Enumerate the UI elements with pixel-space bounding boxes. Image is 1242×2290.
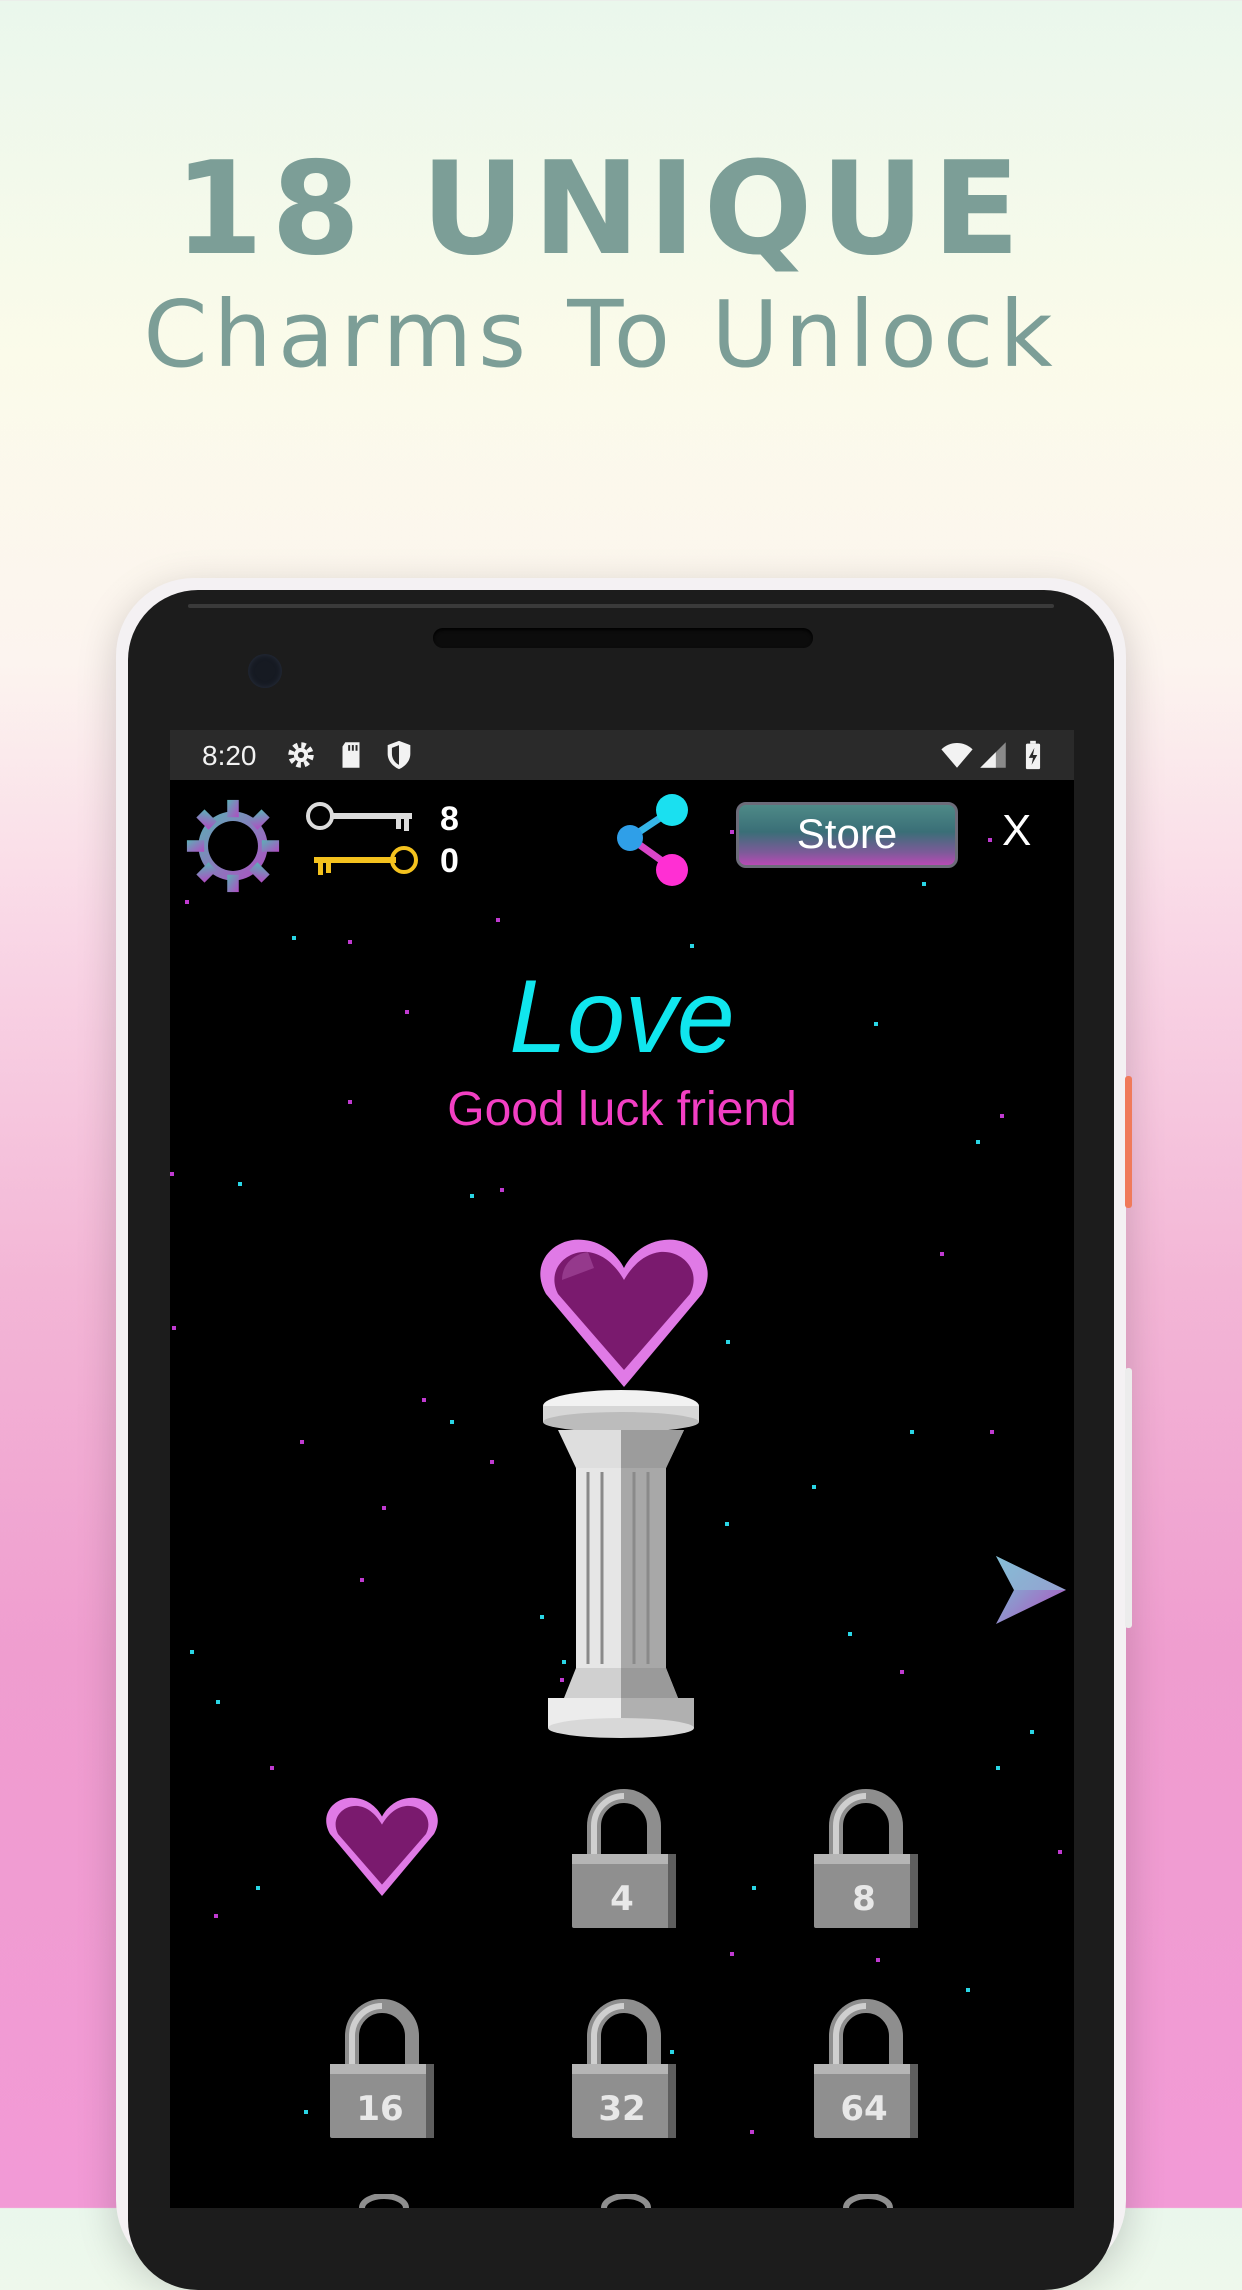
padlock-shackle-partial xyxy=(359,2194,409,2208)
power-button xyxy=(1125,1076,1132,1208)
lock-key-count: 16 xyxy=(356,2089,403,2129)
charm-slot-locked-32[interactable]: 32 xyxy=(564,1992,684,2142)
padlock-icon: 16 xyxy=(330,1999,434,2138)
gold-key-icon xyxy=(314,846,418,875)
phone-speaker xyxy=(433,628,813,648)
phone-bezel-line xyxy=(188,604,1054,608)
signal-icon xyxy=(980,742,1006,768)
status-bar: 8:20 xyxy=(170,730,1074,780)
charm-slot-heart[interactable] xyxy=(322,1792,442,1942)
lock-key-count: 4 xyxy=(610,1879,634,1919)
charm-slot-locked-8[interactable]: 8 xyxy=(806,1782,926,1932)
silver-key-icon xyxy=(306,802,412,831)
status-time: 8:20 xyxy=(202,740,257,771)
store-button[interactable]: Store xyxy=(736,802,958,868)
padlock-icon: 64 xyxy=(814,1999,918,2138)
charm-slot-locked-16[interactable]: 16 xyxy=(322,1992,442,2142)
lock-key-count: 64 xyxy=(840,2089,887,2129)
settings-icon xyxy=(288,742,314,768)
battery-icon xyxy=(1025,740,1041,770)
charm-title: Love xyxy=(509,959,735,1075)
promo-headline: 18 UNIQUE xyxy=(174,135,1028,284)
charm-slot-locked-4[interactable]: 4 xyxy=(564,1782,684,1932)
padlock-icon: 8 xyxy=(814,1789,918,1928)
settings-gear-icon[interactable] xyxy=(185,798,281,894)
shield-icon xyxy=(387,740,411,770)
charm-message: Good luck friend xyxy=(447,1083,797,1136)
pedestal-column xyxy=(543,1390,699,1738)
close-button[interactable]: X xyxy=(1002,806,1031,856)
lock-key-count: 32 xyxy=(598,2089,645,2129)
next-arrow-icon[interactable] xyxy=(990,1550,1070,1630)
padlock-icon: 32 xyxy=(572,1999,676,2138)
gold-key-count: 0 xyxy=(440,842,459,880)
promo-subheadline: Charms To Unlock xyxy=(143,281,1059,388)
share-icon[interactable] xyxy=(610,792,700,892)
heart-icon xyxy=(326,1797,438,1896)
volume-button xyxy=(1125,1368,1132,1628)
wifi-icon xyxy=(941,742,973,768)
silver-key-count: 8 xyxy=(440,800,459,838)
front-camera xyxy=(248,654,282,688)
charm-slot-locked-64[interactable]: 64 xyxy=(806,1992,926,2142)
padlock-shackle-partial xyxy=(601,2194,651,2208)
lock-key-count: 8 xyxy=(852,1879,876,1919)
app-screen: 8:20 8 0 Store X Love Good luck friend 4… xyxy=(170,730,1074,2208)
sd-card-icon xyxy=(342,742,360,768)
padlock-shackle-partial xyxy=(843,2194,893,2208)
padlock-icon: 4 xyxy=(572,1789,676,1928)
